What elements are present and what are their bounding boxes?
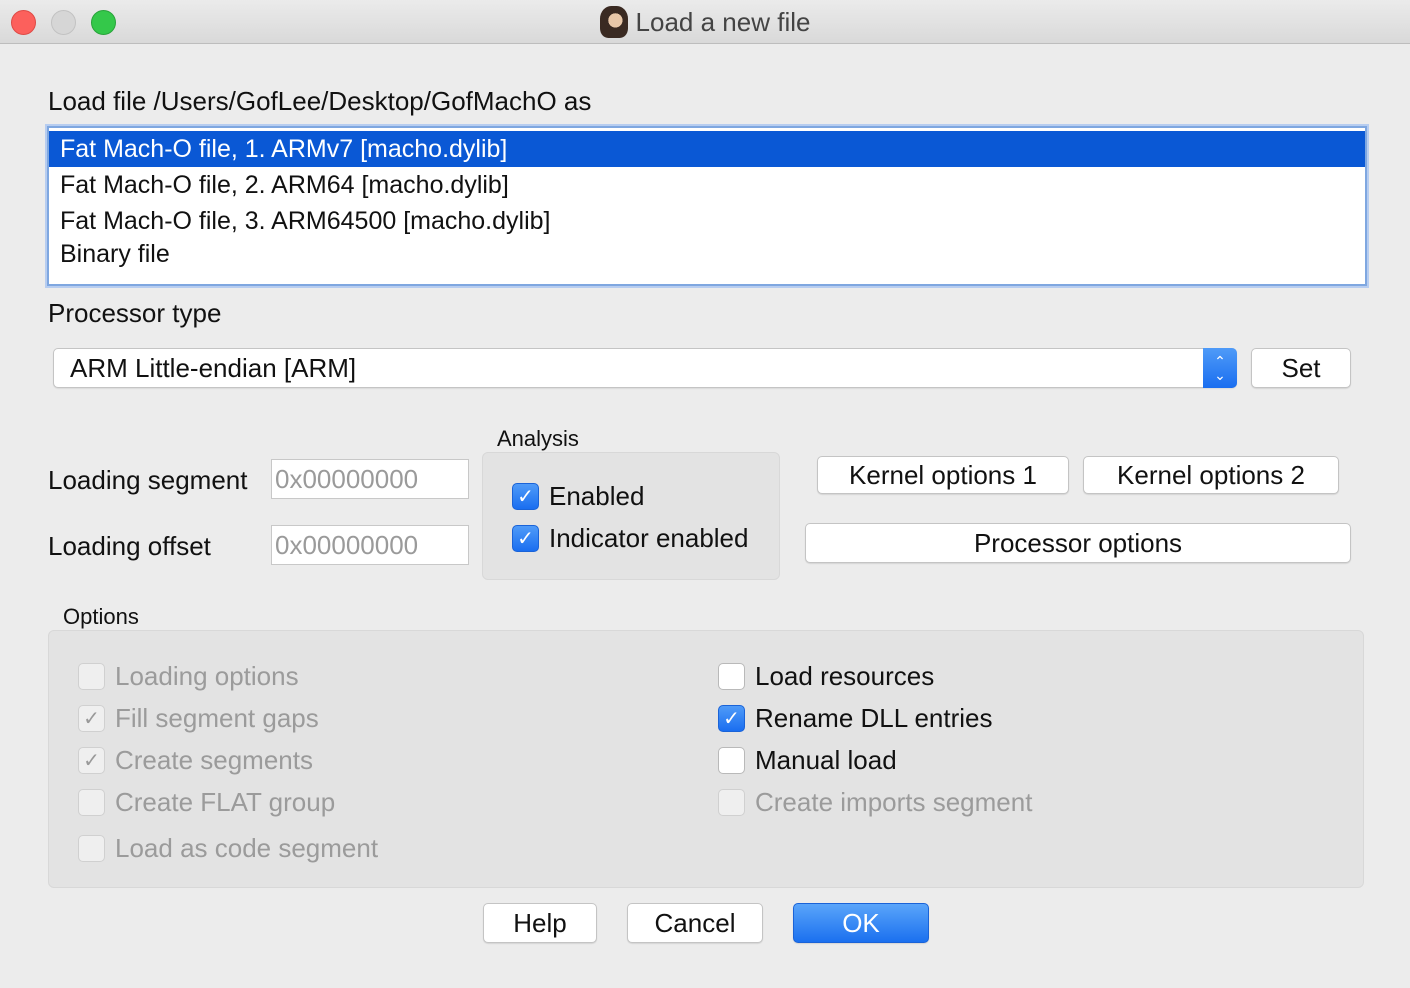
- create-imports-segment-label: Create imports segment: [755, 787, 1033, 817]
- indicator-enabled-label: Indicator enabled: [549, 523, 749, 553]
- list-item[interactable]: Fat Mach-O file, 1. ARMv7 [macho.dylib]: [49, 131, 1365, 167]
- checkbox-box[interactable]: [78, 789, 105, 816]
- create-imports-segment-checkbox[interactable]: Create imports segment: [718, 787, 1032, 818]
- loading-offset-label: Loading offset: [48, 531, 211, 561]
- create-segments-checkbox[interactable]: ✓ Create segments: [78, 745, 313, 776]
- check-icon[interactable]: ✓: [718, 705, 745, 732]
- processor-options-button[interactable]: Processor options: [805, 523, 1351, 563]
- create-segments-label: Create segments: [115, 745, 313, 775]
- analysis-group: [482, 452, 780, 580]
- loading-options-checkbox[interactable]: Loading options: [78, 661, 299, 692]
- create-flat-group-checkbox[interactable]: Create FLAT group: [78, 787, 335, 818]
- load-as-code-segment-checkbox[interactable]: Load as code segment: [78, 833, 378, 864]
- help-button[interactable]: Help: [483, 903, 597, 943]
- title-wrap: Load a new file: [0, 0, 1410, 44]
- window-title: Load a new file: [635, 6, 811, 37]
- load-format-list[interactable]: Fat Mach-O file, 1. ARMv7 [macho.dylib] …: [47, 126, 1367, 286]
- checkbox-box[interactable]: [718, 747, 745, 774]
- processor-type-select[interactable]: ARM Little-endian [ARM] ⌃ ⌄: [53, 348, 1237, 388]
- rename-dll-entries-checkbox[interactable]: ✓ Rename DLL entries: [718, 703, 993, 734]
- app-icon: [599, 6, 628, 38]
- check-icon[interactable]: ✓: [78, 747, 105, 774]
- load-file-label: Load file /Users/GofLee/Desktop/GofMachO…: [48, 86, 592, 116]
- analysis-group-title: Analysis: [497, 426, 579, 451]
- options-group-title: Options: [63, 604, 139, 629]
- analysis-enabled-checkbox[interactable]: ✓ Enabled: [512, 481, 644, 512]
- kernel-options-2-button[interactable]: Kernel options 2: [1083, 456, 1339, 494]
- set-processor-button[interactable]: Set: [1251, 348, 1351, 388]
- processor-type-value: ARM Little-endian [ARM]: [70, 353, 357, 383]
- processor-type-label: Processor type: [48, 298, 222, 328]
- chevron-up-down-icon: ⌃ ⌄: [1203, 348, 1237, 388]
- loading-offset-input[interactable]: [271, 525, 469, 565]
- create-flat-group-label: Create FLAT group: [115, 787, 336, 817]
- fill-segment-gaps-label: Fill segment gaps: [115, 703, 319, 733]
- checkbox-box[interactable]: [718, 789, 745, 816]
- ok-button[interactable]: OK: [793, 903, 929, 943]
- loading-segment-label: Loading segment: [48, 465, 248, 495]
- loading-segment-input[interactable]: [271, 459, 469, 499]
- title-bar: Load a new file: [0, 0, 1410, 44]
- checkbox-box[interactable]: [718, 663, 745, 690]
- rename-dll-entries-label: Rename DLL entries: [755, 703, 993, 733]
- load-resources-label: Load resources: [755, 661, 935, 691]
- fill-segment-gaps-checkbox[interactable]: ✓ Fill segment gaps: [78, 703, 319, 734]
- check-icon[interactable]: ✓: [512, 525, 539, 552]
- cancel-button[interactable]: Cancel: [627, 903, 763, 943]
- kernel-options-1-button[interactable]: Kernel options 1: [817, 456, 1069, 494]
- manual-load-checkbox[interactable]: Manual load: [718, 745, 897, 776]
- checkbox-box[interactable]: [78, 663, 105, 690]
- checkbox-box[interactable]: [78, 835, 105, 862]
- list-item[interactable]: Binary file: [49, 239, 1365, 269]
- load-resources-checkbox[interactable]: Load resources: [718, 661, 934, 692]
- analysis-enabled-label: Enabled: [549, 481, 645, 511]
- indicator-enabled-checkbox[interactable]: ✓ Indicator enabled: [512, 523, 748, 554]
- chevron-up-icon: ⌃: [1214, 353, 1226, 369]
- list-item[interactable]: Fat Mach-O file, 2. ARM64 [macho.dylib]: [49, 167, 1365, 203]
- loading-options-label: Loading options: [115, 661, 299, 691]
- manual-load-label: Manual load: [755, 745, 897, 775]
- list-item[interactable]: Fat Mach-O file, 3. ARM64500 [macho.dyli…: [49, 203, 1365, 239]
- check-icon[interactable]: ✓: [512, 483, 539, 510]
- chevron-down-icon: ⌄: [1214, 367, 1226, 383]
- load-as-code-segment-label: Load as code segment: [115, 833, 379, 863]
- check-icon[interactable]: ✓: [78, 705, 105, 732]
